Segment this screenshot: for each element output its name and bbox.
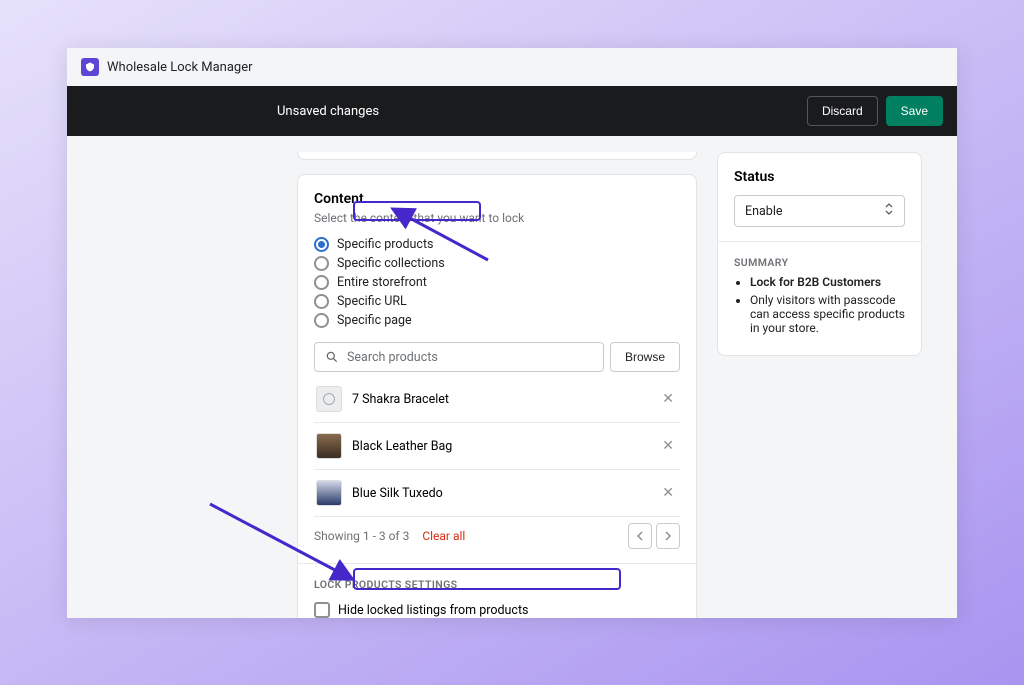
summary-item: Only visitors with passcode can access s…: [750, 293, 905, 335]
product-row: Black Leather Bag ✕: [314, 423, 680, 470]
status-select[interactable]: Enable: [734, 195, 905, 227]
content-card: Content Select the content that you want…: [297, 174, 697, 618]
product-name: Black Leather Bag: [352, 439, 648, 454]
checkbox-icon: [314, 602, 330, 618]
radio-entire-storefront[interactable]: Entire storefront: [314, 273, 680, 292]
clear-all-link[interactable]: Clear all: [422, 529, 465, 543]
app-logo-icon: [81, 58, 99, 76]
summary-item: Lock for B2B Customers: [750, 275, 905, 289]
radio-icon: [314, 313, 329, 328]
app-header: Wholesale Lock Manager: [67, 48, 957, 86]
product-thumb: [316, 433, 342, 459]
radio-label: Entire storefront: [337, 275, 427, 290]
product-thumb: [316, 480, 342, 506]
remove-product-icon[interactable]: ✕: [658, 485, 678, 501]
pager-prev[interactable]: [628, 523, 652, 549]
content-subtitle: Select the content that you want to lock: [314, 211, 680, 225]
prev-card-peek: [297, 152, 697, 160]
search-icon: [325, 350, 339, 364]
radio-label: Specific URL: [337, 294, 407, 309]
product-thumb: [316, 386, 342, 412]
check-label: Hide locked listings from products: [338, 603, 529, 618]
status-card: Status Enable SUMMARY Lock for B2B Custo…: [717, 152, 922, 356]
radio-icon: [314, 237, 329, 252]
search-products-input[interactable]: Search products: [314, 342, 604, 372]
chevron-right-icon: [664, 531, 672, 541]
radio-icon: [314, 275, 329, 290]
save-button[interactable]: Save: [886, 96, 943, 126]
radio-specific-url[interactable]: Specific URL: [314, 292, 680, 311]
chevron-left-icon: [636, 531, 644, 541]
status-select-value: Enable: [745, 204, 783, 219]
app-title: Wholesale Lock Manager: [107, 60, 253, 75]
radio-icon: [314, 256, 329, 271]
remove-product-icon[interactable]: ✕: [658, 391, 678, 407]
radio-label: Specific products: [337, 237, 434, 252]
select-arrows-icon: [884, 202, 894, 220]
search-placeholder: Search products: [347, 350, 438, 365]
radio-icon: [314, 294, 329, 309]
content-title: Content: [314, 191, 680, 207]
pager-next[interactable]: [656, 523, 680, 549]
status-title: Status: [734, 169, 905, 185]
radio-specific-collections[interactable]: Specific collections: [314, 254, 680, 273]
summary-label: SUMMARY: [734, 256, 905, 269]
content-radio-group: Specific products Specific collections E…: [314, 235, 680, 330]
radio-specific-products[interactable]: Specific products: [314, 235, 680, 254]
product-name: 7 Shakra Bracelet: [352, 392, 648, 407]
discard-button[interactable]: Discard: [807, 96, 878, 126]
showing-count: Showing 1 - 3 of 3: [314, 529, 409, 543]
radio-specific-page[interactable]: Specific page: [314, 311, 680, 330]
product-row: 7 Shakra Bracelet ✕: [314, 376, 680, 423]
remove-product-icon[interactable]: ✕: [658, 438, 678, 454]
product-name: Blue Silk Tuxedo: [352, 486, 648, 501]
product-row: Blue Silk Tuxedo ✕: [314, 470, 680, 517]
summary-list: Lock for B2B Customers Only visitors wit…: [734, 275, 905, 335]
unsaved-message: Unsaved changes: [277, 104, 379, 119]
main-area: Content Select the content that you want…: [67, 136, 957, 618]
check-hide-listings[interactable]: Hide locked listings from products: [314, 599, 680, 618]
browse-button[interactable]: Browse: [610, 342, 680, 372]
radio-label: Specific page: [337, 313, 412, 328]
app-window: Wholesale Lock Manager Unsaved changes D…: [67, 48, 957, 618]
lock-settings-label: LOCK PRODUCTS SETTINGS: [314, 578, 680, 591]
radio-label: Specific collections: [337, 256, 445, 271]
unsaved-banner: Unsaved changes Discard Save: [67, 86, 957, 136]
